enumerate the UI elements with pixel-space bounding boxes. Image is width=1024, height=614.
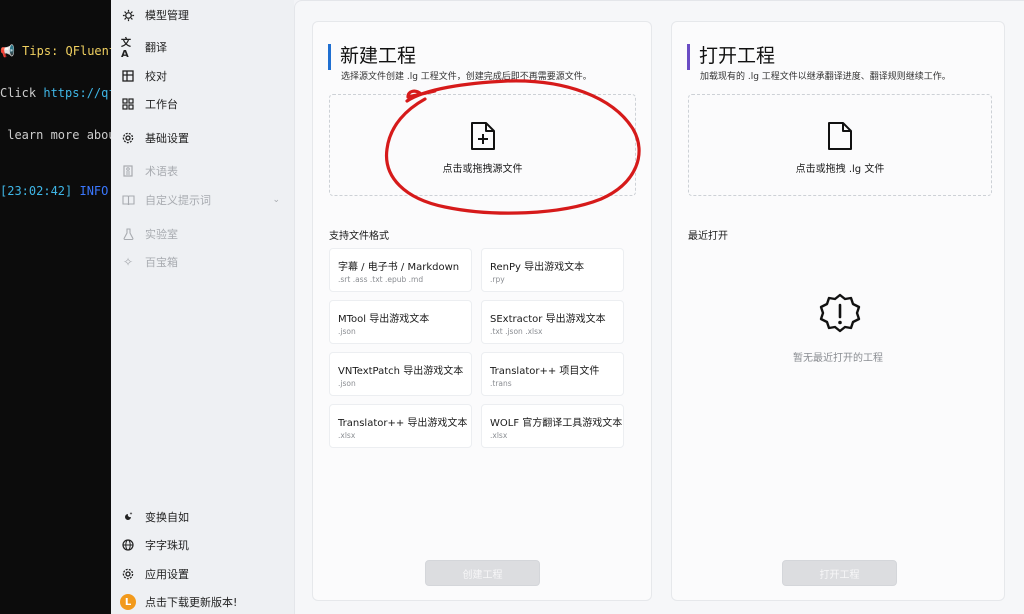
format-extensions: .json: [338, 327, 356, 336]
new-project-card: 新建工程 选择源文件创建 .lg 工程文件，创建完成后即不再需要源文件。 点击或…: [312, 21, 652, 601]
format-extensions: .txt .json .xlsx: [490, 327, 543, 336]
lg-file-dropzone[interactable]: 点击或拖拽 .lg 文件: [688, 94, 992, 196]
terminal-link[interactable]: https://qf: [43, 86, 111, 100]
gear-icon: [121, 567, 135, 581]
sidebar-item-label: 应用设置: [145, 568, 189, 581]
format-name: Translator++ 导出游戏文本: [338, 418, 468, 429]
format-extensions: .xlsx: [490, 431, 508, 440]
format-item[interactable]: 字幕 / 电子书 / Markdown .srt .ass .txt .epub …: [329, 248, 472, 292]
sidebar-item-label: 自定义提示词: [145, 194, 211, 207]
terminal-log-level: INFO: [72, 184, 109, 198]
new-project-title: 新建工程: [328, 44, 416, 70]
sparkle-icon: ✧: [122, 255, 134, 269]
format-name: MTool 导出游戏文本: [338, 314, 430, 325]
theme-toggle-icon: [121, 510, 135, 524]
sidebar-item-toolbox[interactable]: ✧ 百宝箱: [111, 249, 294, 275]
sidebar-item-label: 百宝箱: [145, 256, 178, 269]
format-item[interactable]: Translator++ 导出游戏文本 .xlsx: [329, 404, 472, 448]
sidebar-item-theme-switch[interactable]: 变换自如: [111, 504, 294, 530]
sidebar-item-proofread[interactable]: 校对: [111, 63, 294, 89]
sidebar-item-label: 变换自如: [145, 511, 189, 524]
open-project-subtitle: 加载现有的 .lg 工程文件以继承翻译进度、翻译规则继续工作。: [700, 72, 951, 82]
dashboard-icon: [121, 97, 135, 111]
sidebar-item-lab[interactable]: 实验室: [111, 221, 294, 247]
format-item[interactable]: RenPy 导出游戏文本 .rpy: [481, 248, 624, 292]
sidebar-item-glossary[interactable]: 术语表: [111, 158, 294, 184]
main-panel: 新建工程 选择源文件创建 .lg 工程文件，创建完成后即不再需要源文件。 点击或…: [294, 0, 1024, 614]
alert-badge-icon: [819, 293, 861, 333]
chevron-down-icon[interactable]: ⌄: [272, 195, 280, 205]
format-extensions: .rpy: [490, 275, 505, 284]
format-extensions: .srt .ass .txt .epub .md: [338, 275, 424, 284]
terminal-timestamp: [23:02:42]: [0, 184, 73, 198]
open-project-card: 打开工程 加载现有的 .lg 工程文件以继承翻译进度、翻译规则继续工作。 点击或…: [671, 21, 1005, 601]
no-recent-projects-text: 暂无最近打开的工程: [793, 353, 883, 364]
sidebar-item-update[interactable]: L 点击下载更新版本!: [111, 589, 294, 614]
format-extensions: .xlsx: [338, 431, 356, 440]
format-item[interactable]: SExtractor 导出游戏文本 .txt .json .xlsx: [481, 300, 624, 344]
sidebar-item-workbench[interactable]: 工作台: [111, 91, 294, 117]
source-file-dropzone[interactable]: 点击或拖拽源文件: [329, 94, 636, 196]
open-project-button[interactable]: 打开工程: [782, 560, 897, 586]
format-name: 字幕 / 电子书 / Markdown: [338, 262, 460, 273]
sidebar-item-model-management[interactable]: 模型管理: [111, 2, 294, 28]
open-project-title: 打开工程: [687, 44, 775, 70]
sidebar-item-label: 基础设置: [145, 132, 189, 145]
recent-projects-label: 最近打开: [688, 231, 728, 242]
flask-icon: [121, 227, 135, 241]
format-item[interactable]: WOLF 官方翻译工具游戏文本 .xlsx: [481, 404, 624, 448]
terminal-window: 📢 Tips: QFluent Click https://qf learn m…: [0, 0, 111, 614]
gear-cluster-icon: [121, 8, 135, 22]
translate-icon: 文A: [121, 38, 131, 60]
format-extensions: .trans: [490, 379, 512, 388]
globe-icon: [121, 538, 135, 552]
glossary-icon: [121, 164, 135, 178]
dropzone-label: 点击或拖拽源文件: [442, 164, 523, 175]
create-project-button[interactable]: 创建工程: [425, 560, 540, 586]
sidebar-item-translate[interactable]: 文A 翻译: [111, 34, 294, 60]
sidebar-item-language[interactable]: 字字珠玑: [111, 532, 294, 558]
format-extensions: .json: [338, 379, 356, 388]
sidebar-item-label: 实验室: [145, 228, 178, 241]
sidebar-item-label: 点击下载更新版本!: [145, 596, 238, 609]
format-item[interactable]: MTool 导出游戏文本 .json: [329, 300, 472, 344]
format-name: RenPy 导出游戏文本: [490, 262, 585, 273]
megaphone-icon: 📢: [0, 44, 15, 58]
new-project-subtitle: 选择源文件创建 .lg 工程文件，创建完成后即不再需要源文件。: [341, 72, 592, 82]
sidebar-item-label: 校对: [145, 70, 167, 83]
grid-table-icon: [121, 69, 135, 83]
format-item[interactable]: Translator++ 项目文件 .trans: [481, 352, 624, 396]
sidebar: 模型管理 文A 翻译 校对 工作台 基础设置 术语表 自定义提示词 ⌄ 实验室 …: [111, 0, 294, 614]
dropzone-label: 点击或拖拽 .lg 文件: [795, 164, 885, 175]
file-icon: [828, 122, 852, 150]
terminal-learn-more: learn more abou: [0, 128, 111, 142]
sidebar-item-label: 翻译: [145, 41, 167, 54]
sidebar-item-label: 字字珠玑: [145, 539, 189, 552]
format-name: WOLF 官方翻译工具游戏文本: [490, 418, 623, 429]
sidebar-item-label: 模型管理: [145, 9, 189, 22]
supported-formats-label: 支持文件格式: [329, 231, 389, 242]
format-name: Translator++ 项目文件: [490, 366, 600, 377]
book-icon: [121, 193, 135, 207]
sidebar-item-label: 工作台: [145, 98, 178, 111]
file-add-icon: [471, 122, 495, 150]
format-item[interactable]: VNTextPatch 导出游戏文本 .json: [329, 352, 472, 396]
sidebar-item-app-settings[interactable]: 应用设置: [111, 561, 294, 587]
terminal-click-text: Click: [0, 86, 44, 100]
gear-icon: [121, 131, 135, 145]
format-name: VNTextPatch 导出游戏文本: [338, 366, 464, 377]
sidebar-item-label: 术语表: [145, 165, 178, 178]
sidebar-item-custom-prompts[interactable]: 自定义提示词 ⌄: [111, 187, 294, 213]
update-badge-icon: L: [120, 594, 136, 610]
terminal-tips-text: Tips: QFluent: [14, 44, 111, 58]
sidebar-item-basic-settings[interactable]: 基础设置: [111, 125, 294, 151]
format-name: SExtractor 导出游戏文本: [490, 314, 606, 325]
